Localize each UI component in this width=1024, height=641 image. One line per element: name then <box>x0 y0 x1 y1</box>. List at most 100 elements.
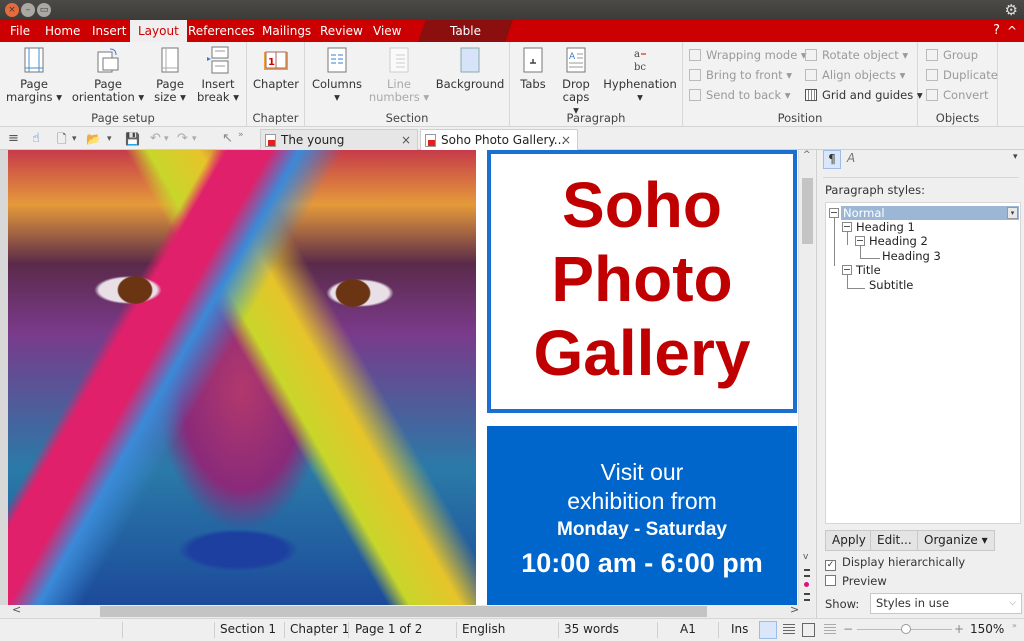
context-tab-table[interactable]: Table <box>418 20 513 42</box>
style-item-heading-1[interactable]: Heading 1 <box>842 220 915 234</box>
page-margins-button[interactable]: Page margins ▾ <box>6 46 62 104</box>
collapse-toggle-icon[interactable] <box>855 236 865 246</box>
status-insert-mode[interactable]: Ins <box>731 619 748 641</box>
organize-styles-button[interactable]: Organize ▾ <box>917 530 995 551</box>
status-page[interactable]: Page 1 of 2 <box>355 619 422 641</box>
chapter-button[interactable]: 1 Chapter <box>251 46 301 91</box>
grid-and-guides-button[interactable]: Grid and guides ▾ <box>805 86 923 104</box>
style-item-normal[interactable]: Normal <box>829 206 885 220</box>
new-document-icon[interactable]: 🗋 <box>57 130 67 148</box>
menu-view[interactable]: View <box>373 20 401 42</box>
maximize-window-button[interactable]: ▭ <box>37 3 51 17</box>
send-to-back-button[interactable]: Send to back ▾ <box>689 86 791 104</box>
next-page-icon[interactable] <box>804 593 810 601</box>
browse-object-icon[interactable] <box>804 582 809 587</box>
painted-face-photo[interactable] <box>8 150 476 605</box>
undo-dropdown-arrow[interactable]: ▾ <box>164 130 169 148</box>
open-folder-icon[interactable]: 📂 <box>86 130 101 148</box>
status-overflow-icon[interactable]: » <box>1012 615 1017 637</box>
hyphenation-button[interactable]: a bc Hyphenation ▾ <box>602 46 678 104</box>
paragraph-styles-tree[interactable]: ▾ Normal Heading 1 Heading 2 Heading 3 T… <box>825 202 1021 524</box>
close-window-button[interactable]: × <box>5 3 19 17</box>
hand-tool-icon[interactable]: ☝ <box>32 130 40 148</box>
horizontal-scroll-thumb[interactable] <box>100 606 707 617</box>
menu-home[interactable]: Home <box>45 20 80 42</box>
gallery-title-frame[interactable]: Soho Photo Gallery <box>487 150 797 413</box>
vertical-scrollbar[interactable]: ^ v <box>798 150 815 605</box>
menu-layout[interactable]: Layout <box>130 20 187 42</box>
page-orientation-button[interactable]: Page orientation ▾ <box>70 46 146 104</box>
document-canvas[interactable]: Soho Photo Gallery Visit our exhibition … <box>0 150 815 605</box>
wrapping-mode-button[interactable]: Wrapping mode ▾ <box>689 46 807 64</box>
collapse-toggle-icon[interactable] <box>842 222 852 232</box>
background-button[interactable]: Background <box>435 46 505 91</box>
horizontal-scrollbar[interactable]: < > <box>0 603 815 618</box>
document-page[interactable]: Soho Photo Gallery Visit our exhibition … <box>8 150 798 605</box>
document-tab-young-astronauts[interactable]: The young astronauts... × <box>260 129 418 167</box>
status-language[interactable]: English <box>462 619 505 641</box>
style-dropdown-arrow[interactable]: ▾ <box>1007 207 1018 219</box>
zoom-slider-handle[interactable] <box>901 624 911 634</box>
master-page-icon[interactable] <box>824 624 836 635</box>
apply-style-button[interactable]: Apply <box>825 530 873 551</box>
scroll-left-arrow[interactable]: < <box>12 603 21 616</box>
new-dropdown-arrow[interactable]: ▾ <box>72 130 77 148</box>
display-hierarchically-checkbox[interactable]: ✓ Display hierarchically <box>825 555 965 571</box>
hamburger-menu-icon[interactable]: ≡ <box>8 130 19 148</box>
menu-references[interactable]: References <box>188 20 255 42</box>
collapse-toggle-icon[interactable] <box>842 265 852 275</box>
redo-dropdown-arrow[interactable]: ▾ <box>192 130 197 148</box>
preview-checkbox[interactable]: Preview <box>825 574 887 588</box>
help-icon[interactable]: ? <box>993 20 1000 42</box>
menu-mailings[interactable]: Mailings <box>262 20 311 42</box>
style-item-heading-2[interactable]: Heading 2 <box>855 234 928 248</box>
scroll-right-arrow[interactable]: > <box>790 603 799 616</box>
pointer-tool-icon[interactable]: ↖ <box>222 130 233 148</box>
character-styles-tab-icon[interactable]: A <box>847 151 855 165</box>
menu-insert[interactable]: Insert <box>92 20 126 42</box>
menu-review[interactable]: Review <box>320 20 363 42</box>
status-section[interactable]: Section 1 <box>220 619 276 641</box>
edit-style-button[interactable]: Edit... <box>870 530 919 551</box>
style-item-title[interactable]: Title <box>842 263 881 277</box>
line-numbers-button[interactable]: Line numbers ▾ <box>367 46 431 104</box>
previous-page-icon[interactable] <box>804 569 810 577</box>
tabs-button[interactable]: Tabs <box>516 46 550 91</box>
status-word-count[interactable]: 35 words <box>564 619 619 641</box>
group-button[interactable]: Group <box>926 46 978 64</box>
page-view-icon[interactable] <box>802 623 815 637</box>
page-size-button[interactable]: Page size ▾ <box>150 46 190 104</box>
menu-file[interactable]: File <box>10 20 30 42</box>
normal-view-icon[interactable] <box>759 621 777 639</box>
scroll-up-arrow[interactable]: ^ <box>803 150 811 160</box>
convert-button[interactable]: Convert <box>926 86 988 104</box>
align-objects-button[interactable]: Align objects ▾ <box>805 66 905 84</box>
minimize-window-button[interactable]: – <box>21 3 35 17</box>
show-styles-select[interactable]: Styles in use ⌵ <box>870 593 1022 614</box>
toolbar-overflow-icon[interactable]: » <box>238 126 244 144</box>
settings-gear-icon[interactable]: ⚙ <box>1005 1 1018 19</box>
vertical-scroll-thumb[interactable] <box>802 178 813 244</box>
outline-view-icon[interactable] <box>783 624 795 635</box>
undo-icon[interactable]: ↶ <box>150 130 161 148</box>
paragraph-styles-tab-icon[interactable]: ¶ <box>823 150 841 169</box>
scroll-down-arrow[interactable]: v <box>803 552 808 562</box>
redo-icon[interactable]: ↷ <box>177 130 188 148</box>
exhibition-info-frame[interactable]: Visit our exhibition from Monday - Satur… <box>487 426 797 605</box>
rotate-object-button[interactable]: Rotate object ▾ <box>805 46 908 64</box>
zoom-in-button[interactable]: + <box>954 619 964 641</box>
document-tab-soho-photo-gallery[interactable]: Soho Photo Gallery... × <box>420 129 578 150</box>
collapse-toggle-icon[interactable] <box>829 208 839 218</box>
zoom-level[interactable]: 150% <box>970 619 1004 641</box>
close-tab-icon[interactable]: × <box>401 130 411 150</box>
save-icon[interactable]: 💾 <box>125 130 140 148</box>
columns-button[interactable]: Columns ▾ <box>311 46 363 104</box>
bring-to-front-button[interactable]: Bring to front ▾ <box>689 66 792 84</box>
collapse-ribbon-icon[interactable]: ^ <box>1007 20 1017 42</box>
panel-menu-arrow[interactable]: ▾ <box>1013 152 1018 162</box>
open-dropdown-arrow[interactable]: ▾ <box>107 130 112 148</box>
style-item-heading-3[interactable]: Heading 3 <box>882 249 941 263</box>
insert-break-button[interactable]: Insert break ▾ <box>195 46 241 104</box>
close-tab-icon[interactable]: × <box>561 130 571 150</box>
zoom-out-button[interactable]: − <box>843 619 853 641</box>
